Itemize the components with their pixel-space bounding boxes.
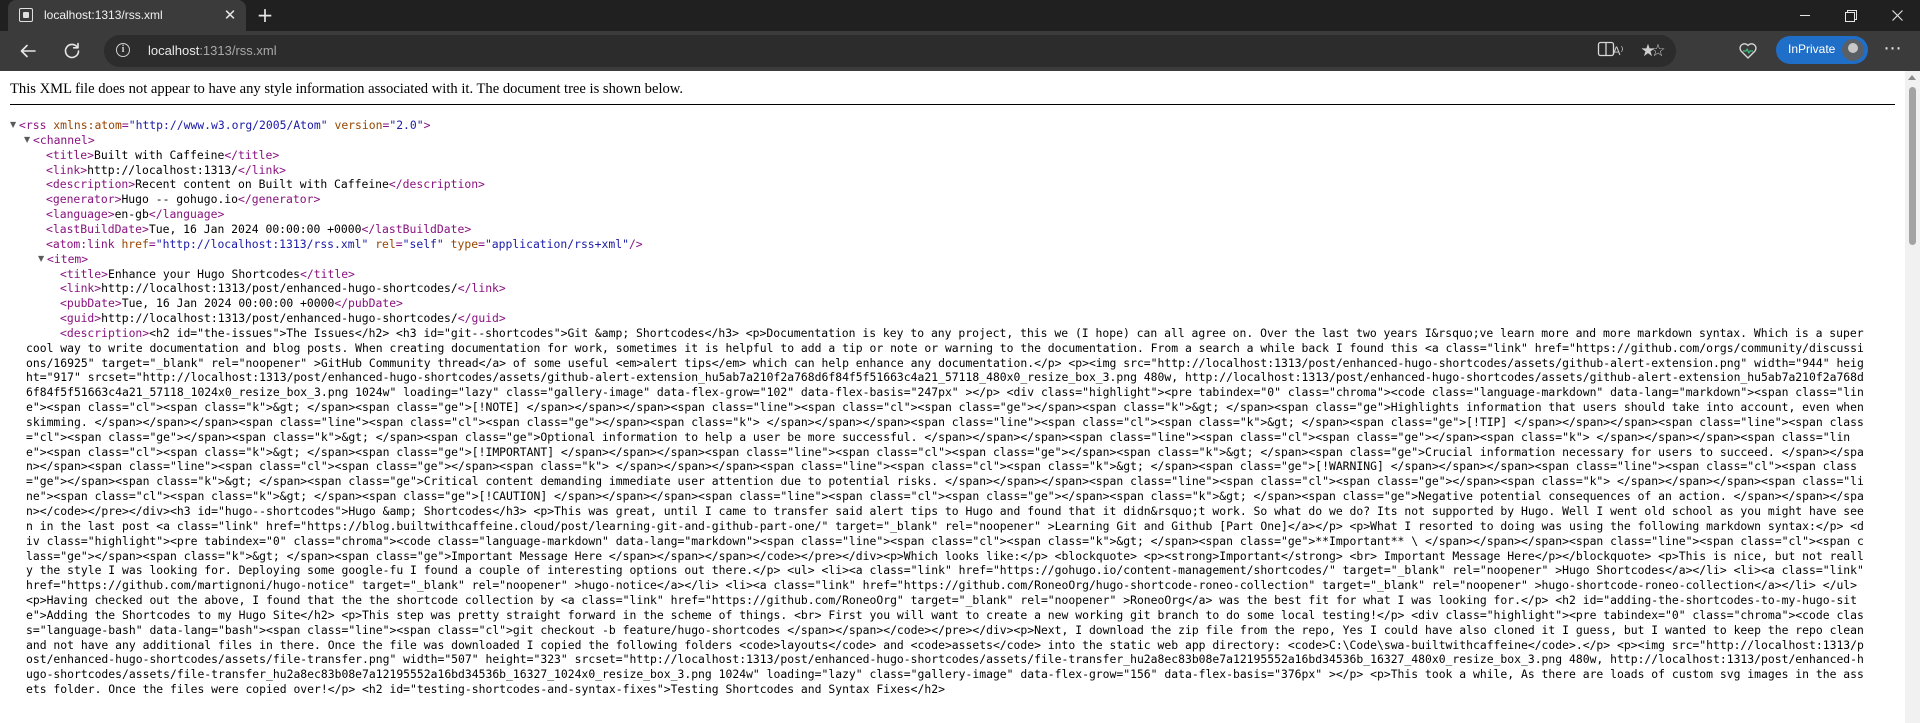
site-info-icon[interactable]: i xyxy=(116,43,130,57)
settings-menu-icon[interactable]: ⋯ xyxy=(1880,39,1904,63)
channel-generator-line: <generator>Hugo -- gohugo.io</generator> xyxy=(46,192,321,207)
banner-divider xyxy=(10,104,1895,105)
vertical-scrollbar[interactable] xyxy=(1905,71,1920,723)
avatar xyxy=(1842,39,1864,61)
channel-lastbuilddate-line: <lastBuildDate>Tue, 16 Jan 2024 00:00:00… xyxy=(46,221,472,236)
channel-open-line: <channel> xyxy=(33,132,95,147)
url-path: :1313/rss.xml xyxy=(199,43,277,58)
url-text[interactable]: localhost:1313/rss.xml xyxy=(148,43,277,58)
item-description-text: <description><h2 id="the-issues">The Iss… xyxy=(26,325,1864,697)
channel-link-line: <link>http://localhost:1313/</link> xyxy=(46,162,287,177)
split-screen-glyph xyxy=(1597,41,1615,57)
channel-description-line: <description>Recent content on Built wit… xyxy=(46,177,485,192)
scroll-up-arrow-icon[interactable] xyxy=(1908,75,1916,80)
tab-strip: localhost:1313/rss.xml ✕ + xyxy=(0,0,1920,31)
split-screen-icon[interactable] xyxy=(1594,39,1618,63)
rss-open-line: <rss xmlns:atom="http://www.w3.org/2005/… xyxy=(19,118,431,132)
back-button[interactable] xyxy=(16,39,40,63)
collapse-channel-icon[interactable]: ▼ xyxy=(24,133,30,147)
item-title-line: <title>Enhance your Hugo Shortcodes</tit… xyxy=(60,266,355,281)
item-guid-line: <guid>http://localhost:1313/post/enhance… xyxy=(60,311,506,326)
new-tab-button[interactable]: + xyxy=(254,4,276,26)
refresh-button[interactable] xyxy=(60,39,84,63)
item-pubdate-line: <pubDate>Tue, 16 Jan 2024 00:00:00 +0000… xyxy=(60,296,403,311)
page-viewport: This XML file does not appear to have an… xyxy=(0,71,1905,723)
item-open-line: <item> xyxy=(47,251,89,266)
tab-rss[interactable]: localhost:1313/rss.xml ✕ xyxy=(8,0,246,31)
scrollbar-thumb[interactable] xyxy=(1909,87,1916,245)
arrow-left-icon xyxy=(20,44,36,58)
close-window-button[interactable] xyxy=(1874,0,1920,31)
minimize-button[interactable] xyxy=(1782,0,1828,31)
inprivate-profile-button[interactable]: InPrivate xyxy=(1776,36,1868,64)
browser-essentials-heart-icon[interactable] xyxy=(1736,39,1760,63)
inprivate-label: InPrivate xyxy=(1788,42,1836,56)
url-host: localhost xyxy=(148,43,200,58)
page-favicon-icon xyxy=(19,8,33,22)
close-icon xyxy=(1892,10,1903,21)
restore-button[interactable] xyxy=(1828,0,1874,31)
collapse-item-icon[interactable]: ▼ xyxy=(38,252,44,266)
refresh-icon xyxy=(64,42,80,59)
close-tab-icon[interactable]: ✕ xyxy=(221,6,239,24)
browser-toolbar: i localhost:1313/rss.xml A⁾ ☆ ★ InPrivat… xyxy=(0,31,1920,71)
collapse-rss-icon[interactable]: ▼ xyxy=(10,118,16,132)
item-link-line: <link>http://localhost:1313/post/enhance… xyxy=(60,281,506,296)
channel-atom-link-line: <atom:link href="http://localhost:1313/r… xyxy=(46,236,643,251)
xml-style-info-banner: This XML file does not appear to have an… xyxy=(10,81,684,97)
tab-title: localhost:1313/rss.xml xyxy=(44,8,163,22)
item-description-content: <h2 id="the-issues">The Issues</h2> <h3 … xyxy=(26,325,1864,697)
channel-language-line: <language>en-gb</language> xyxy=(46,207,225,222)
heart-pulse-icon xyxy=(1739,43,1757,59)
address-bar[interactable]: i localhost:1313/rss.xml A⁾ ☆ xyxy=(104,35,1676,67)
channel-title-line: <title>Built with Caffeine</title> xyxy=(46,147,280,162)
favorites-icon[interactable]: ★ xyxy=(1636,39,1660,63)
